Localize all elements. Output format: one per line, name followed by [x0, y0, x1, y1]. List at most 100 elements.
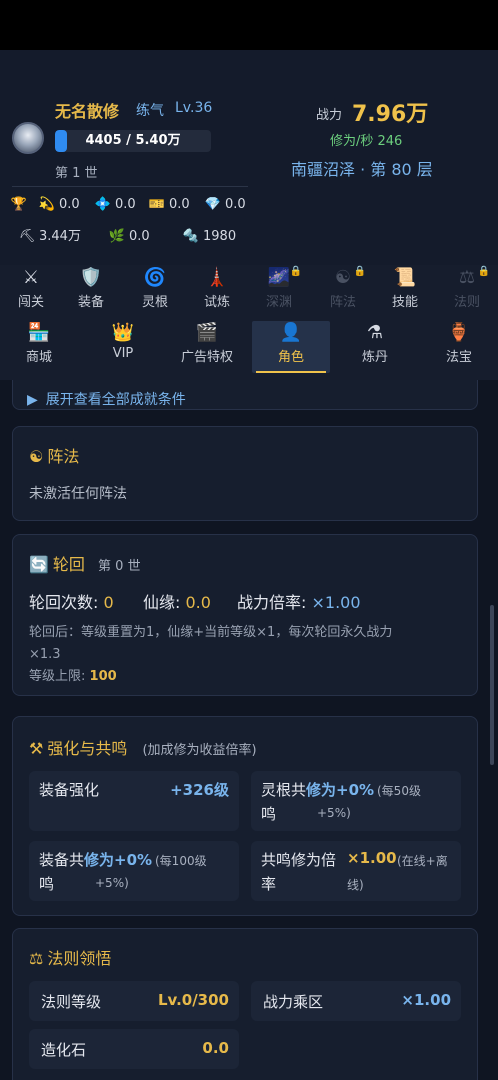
law-item: 战力乘区 ×1.00: [251, 981, 461, 1021]
law-value: 0.0: [202, 1039, 229, 1057]
tab-alchemy[interactable]: ⚗ 炼丹: [344, 321, 406, 373]
scrollbar[interactable]: [490, 605, 494, 765]
enhance-value: 修为+0%: [306, 781, 375, 799]
herb-icon: 🌿: [108, 229, 126, 244]
enhance-item: 装备共鸣 修为+0% (每100级 +5%): [29, 841, 239, 901]
tab-label: 广告特权: [180, 350, 233, 365]
power-multiplier: 战力倍率: ×1.00: [237, 593, 361, 612]
tab-shop[interactable]: 🏪 商城: [8, 321, 70, 373]
enhance-item: 共鸣修为倍率 ×1.00 (在线+离 线): [251, 841, 461, 901]
resource-item: 🎫 0.0: [148, 196, 190, 214]
cultivation-rate: 修为/秒 246: [330, 134, 403, 149]
tab-ad-privilege[interactable]: 🎬 广告特权: [176, 321, 238, 373]
tab-label: 角色: [277, 350, 304, 365]
tab-abyss[interactable]: 🌌 深渊 🔒: [248, 266, 310, 318]
enhance-value: 修为+0%: [84, 851, 153, 869]
resource-item: 💠 0.0: [94, 196, 136, 214]
tab-label: 试炼: [203, 295, 230, 310]
tab-label: 闯关: [17, 295, 44, 310]
exp-text: 4405 / 5.40万: [85, 133, 181, 148]
tab-character[interactable]: 👤 角色: [252, 321, 330, 373]
fate-value: 仙缘: 0.0: [143, 593, 211, 612]
resource-item: 🏆: [10, 196, 31, 214]
header-divider: [12, 186, 248, 187]
law-title: 法则领悟: [47, 949, 112, 968]
exp-bar: 4405 / 5.40万: [55, 130, 211, 152]
pickaxe-icon: ⛏: [18, 229, 36, 244]
active-tab-indicator: [256, 371, 326, 373]
triangle-icon: ▶: [27, 392, 38, 408]
law-value: ×1.00: [401, 991, 451, 1009]
tab-label: 深渊: [265, 295, 292, 310]
reincarnation-count: 轮回次数: 0: [29, 593, 114, 612]
resource-value: 0.0: [169, 197, 190, 212]
avatar[interactable]: [12, 122, 44, 154]
enhance-item: 装备强化 +326级: [29, 771, 239, 831]
shield-icon: 🛡️: [79, 267, 103, 288]
spirit-icon: 💫: [38, 197, 56, 212]
tab-vip[interactable]: 👑 VIP: [92, 321, 154, 373]
tab-trial[interactable]: 🗼 试炼: [186, 266, 248, 318]
enhance-label-cont: 率: [261, 875, 277, 893]
tab-label: 炼丹: [361, 350, 388, 365]
reincarnation-card: 🔄 轮回 第 0 世 轮回次数: 0 仙缘: 0.0 战力倍率: ×1.00 轮回…: [12, 534, 478, 696]
resource-value: 0.0: [59, 197, 80, 212]
resource-item: 🌿 0.0: [108, 228, 150, 246]
scroll-icon: 📜: [393, 267, 417, 288]
enhance-label: 装备强化: [39, 781, 100, 799]
tab-label: 法宝: [445, 350, 472, 365]
lock-icon: 🔒: [353, 266, 366, 277]
location-text[interactable]: 南疆沼泽 · 第 80 层: [291, 156, 433, 180]
player-name: 无名散修: [55, 102, 120, 121]
crystal-icon: 💠: [94, 197, 112, 212]
enhance-label-cont: 鸣: [261, 805, 277, 823]
tab-label: 装备: [77, 295, 104, 310]
tab-challenge[interactable]: ⚔ 闯关: [0, 266, 62, 318]
player-level: Lv.36: [175, 100, 213, 116]
law-item: 造化石 0.0: [29, 1029, 239, 1069]
enhance-title: 强化与共鸣: [47, 739, 128, 758]
resource-value: 0.0: [225, 197, 246, 212]
tab-label: 阵法: [329, 295, 356, 310]
reincarnation-icon: 🔄: [29, 555, 49, 574]
resource-value: 0.0: [115, 197, 136, 212]
formation-status: 未激活任何阵法: [29, 486, 127, 502]
power-label: 战力: [316, 108, 343, 123]
life-count: 第 1 世: [55, 166, 98, 181]
lock-icon: 🔒: [477, 266, 490, 277]
law-label: 法则等级: [41, 993, 102, 1011]
tab-formation[interactable]: ☯ 阵法 🔒: [312, 266, 374, 318]
tab-spirit-root[interactable]: 🌀 灵根: [124, 266, 186, 318]
tab-treasure[interactable]: 🏺 法宝: [428, 321, 490, 373]
tab-label: 灵根: [141, 295, 168, 310]
yinyang-icon: ☯: [29, 447, 44, 466]
tab-law[interactable]: ⚖ 法则 🔒: [436, 266, 498, 318]
enhance-note-cont: 线): [347, 878, 364, 892]
enhance-note-cont: +5%): [317, 806, 351, 820]
tab-equipment[interactable]: 🛡️ 装备: [60, 266, 122, 318]
enhance-label: 装备共: [39, 851, 85, 869]
scales-icon: ⚖: [29, 949, 44, 968]
character-content[interactable]: ▶ 展开查看全部成就条件 ☯ 阵法 未激活任何阵法 🔄 轮回 第 0 世 轮回次数: …: [0, 380, 498, 1080]
reincarnation-sub: 第 0 世: [98, 559, 141, 574]
tab-skills[interactable]: 📜 技能: [374, 266, 436, 318]
law-value: Lv.0/300: [157, 991, 229, 1009]
resource-value: 3.44万: [39, 229, 81, 244]
law-label: 造化石: [41, 1041, 87, 1059]
expand-conditions-link[interactable]: ▶ 展开查看全部成就条件: [27, 389, 186, 409]
player-realm: 练气: [136, 103, 164, 119]
enhance-label: 灵根共: [261, 781, 307, 799]
tower-icon: 🗼: [205, 267, 229, 288]
tab-label: 法则: [453, 295, 480, 310]
lock-icon: 🔒: [289, 266, 302, 277]
enhance-item: 灵根共鸣 修为+0% (每50级 +5%): [251, 771, 461, 831]
tab-label: 商城: [25, 350, 52, 365]
enhance-card: ⚒ 强化与共鸣 (加成修为收益倍率) 装备强化 +326级 灵根共鸣修为+0% (每50…: [12, 716, 478, 916]
tab-label: 技能: [391, 295, 418, 310]
law-card: ⚖ 法则领悟 法则等级 Lv.0/300 战力乘区 ×1.00 造化石 0.0: [12, 928, 478, 1080]
enhance-label-cont: 鸣: [39, 875, 55, 893]
enhance-note: (在线+离: [397, 854, 448, 868]
power-value: 7.96万: [352, 102, 429, 127]
ticket-icon: 🎫: [148, 197, 166, 212]
resource-value: 0.0: [129, 229, 150, 244]
